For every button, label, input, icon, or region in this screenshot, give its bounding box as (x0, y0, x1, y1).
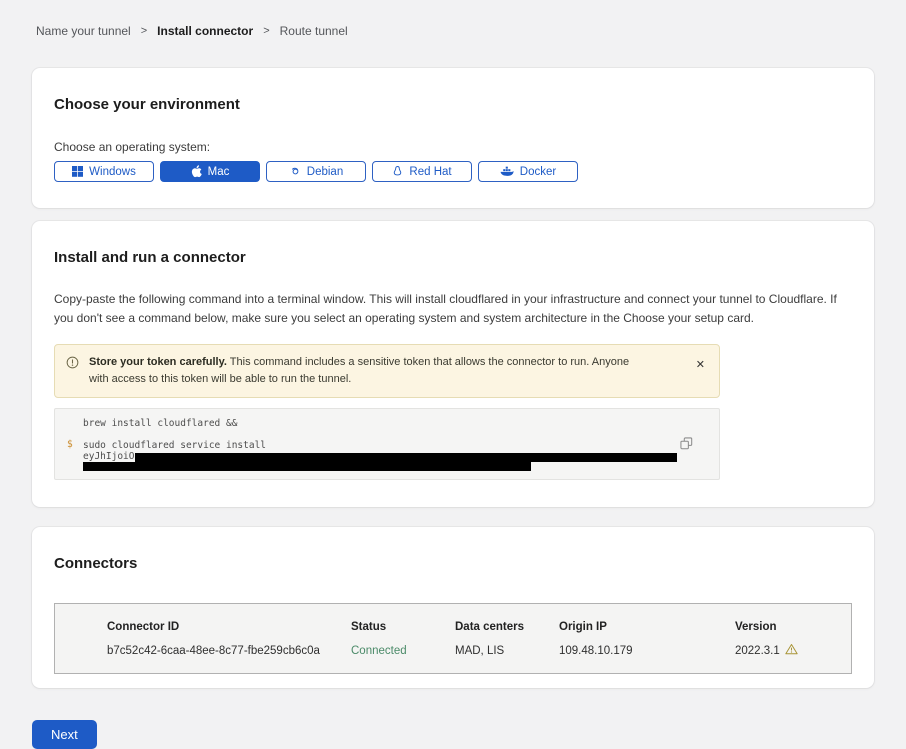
token-warning-text: Store your token carefully. This command… (89, 354, 649, 388)
cell-data-centers: MAD, LIS (455, 645, 559, 657)
redaction-bar (135, 453, 677, 462)
card-title: Choose your environment (54, 96, 852, 113)
os-button-mac[interactable]: Mac (160, 161, 260, 182)
cell-status: Connected (351, 645, 455, 657)
cell-origin-ip: 109.48.10.179 (559, 645, 735, 657)
os-button-label: Mac (208, 166, 230, 178)
os-button-windows[interactable]: Windows (54, 161, 154, 182)
chevron-separator: > (141, 25, 147, 37)
breadcrumb-item-route-tunnel[interactable]: Route tunnel (280, 24, 348, 38)
install-command-codeblock: $ brew install cloudflared && sudo cloud… (54, 408, 720, 480)
card-title: Install and run a connector (54, 249, 852, 266)
chevron-separator: > (263, 25, 269, 37)
table-row: b7c52c42-6caa-48ee-8c77-fbe259cb6c0a Con… (107, 643, 841, 658)
command-line-2: sudo cloudflared service install (83, 440, 719, 451)
page: Name your tunnel > Install connector > R… (0, 0, 906, 749)
breadcrumb-item-install-connector[interactable]: Install connector (157, 24, 253, 38)
warning-triangle-icon (785, 643, 798, 658)
install-connector-card: Install and run a connector Copy-paste t… (32, 221, 874, 507)
os-button-group: Windows Mac Debian Red Hat (54, 161, 852, 182)
docker-logo-icon (500, 166, 514, 177)
column-header-connector-id: Connector ID (107, 621, 351, 633)
close-icon[interactable]: ✕ (696, 360, 705, 371)
copy-icon[interactable] (678, 435, 695, 455)
command-line-1: brew install cloudflared && (83, 418, 719, 429)
install-description: Copy-paste the following command into a … (54, 290, 849, 328)
apple-logo-icon (191, 165, 202, 178)
os-button-debian[interactable]: Debian (266, 161, 366, 182)
debian-logo-icon (289, 166, 301, 178)
breadcrumb: Name your tunnel > Install connector > R… (32, 0, 874, 38)
next-button[interactable]: Next (32, 720, 97, 749)
token-warning-banner: Store your token carefully. This command… (54, 344, 720, 398)
token-prefix: eyJhIjoiO (83, 452, 134, 462)
card-title: Connectors (54, 555, 852, 572)
redaction-bar (83, 462, 531, 471)
redhat-logo-icon (392, 165, 403, 178)
os-select-label: Choose an operating system: (54, 140, 852, 154)
windows-logo-icon (72, 166, 83, 177)
table-header-row: Connector ID Status Data centers Origin … (107, 621, 841, 633)
os-button-label: Debian (307, 166, 343, 178)
cell-version: 2022.3.1 (735, 643, 841, 658)
column-header-status: Status (351, 621, 455, 633)
column-header-version: Version (735, 621, 841, 633)
connectors-table: Connector ID Status Data centers Origin … (54, 603, 852, 674)
token-line: eyJhIjoiO (83, 452, 719, 462)
column-header-origin-ip: Origin IP (559, 621, 735, 633)
token-warning-bold: Store your token carefully. (89, 356, 227, 368)
breadcrumb-item-name-tunnel[interactable]: Name your tunnel (36, 24, 131, 38)
os-button-label: Windows (89, 166, 136, 178)
column-header-data-centers: Data centers (455, 621, 559, 633)
alert-circle-icon (66, 356, 79, 375)
cell-connector-id: b7c52c42-6caa-48ee-8c77-fbe259cb6c0a (107, 645, 351, 657)
os-button-docker[interactable]: Docker (478, 161, 578, 182)
connectors-card: Connectors Connector ID Status Data cent… (32, 527, 874, 688)
os-button-redhat[interactable]: Red Hat (372, 161, 472, 182)
shell-prompt: $ (67, 439, 73, 450)
os-button-label: Red Hat (409, 166, 451, 178)
os-button-label: Docker (520, 166, 556, 178)
choose-environment-card: Choose your environment Choose an operat… (32, 68, 874, 208)
